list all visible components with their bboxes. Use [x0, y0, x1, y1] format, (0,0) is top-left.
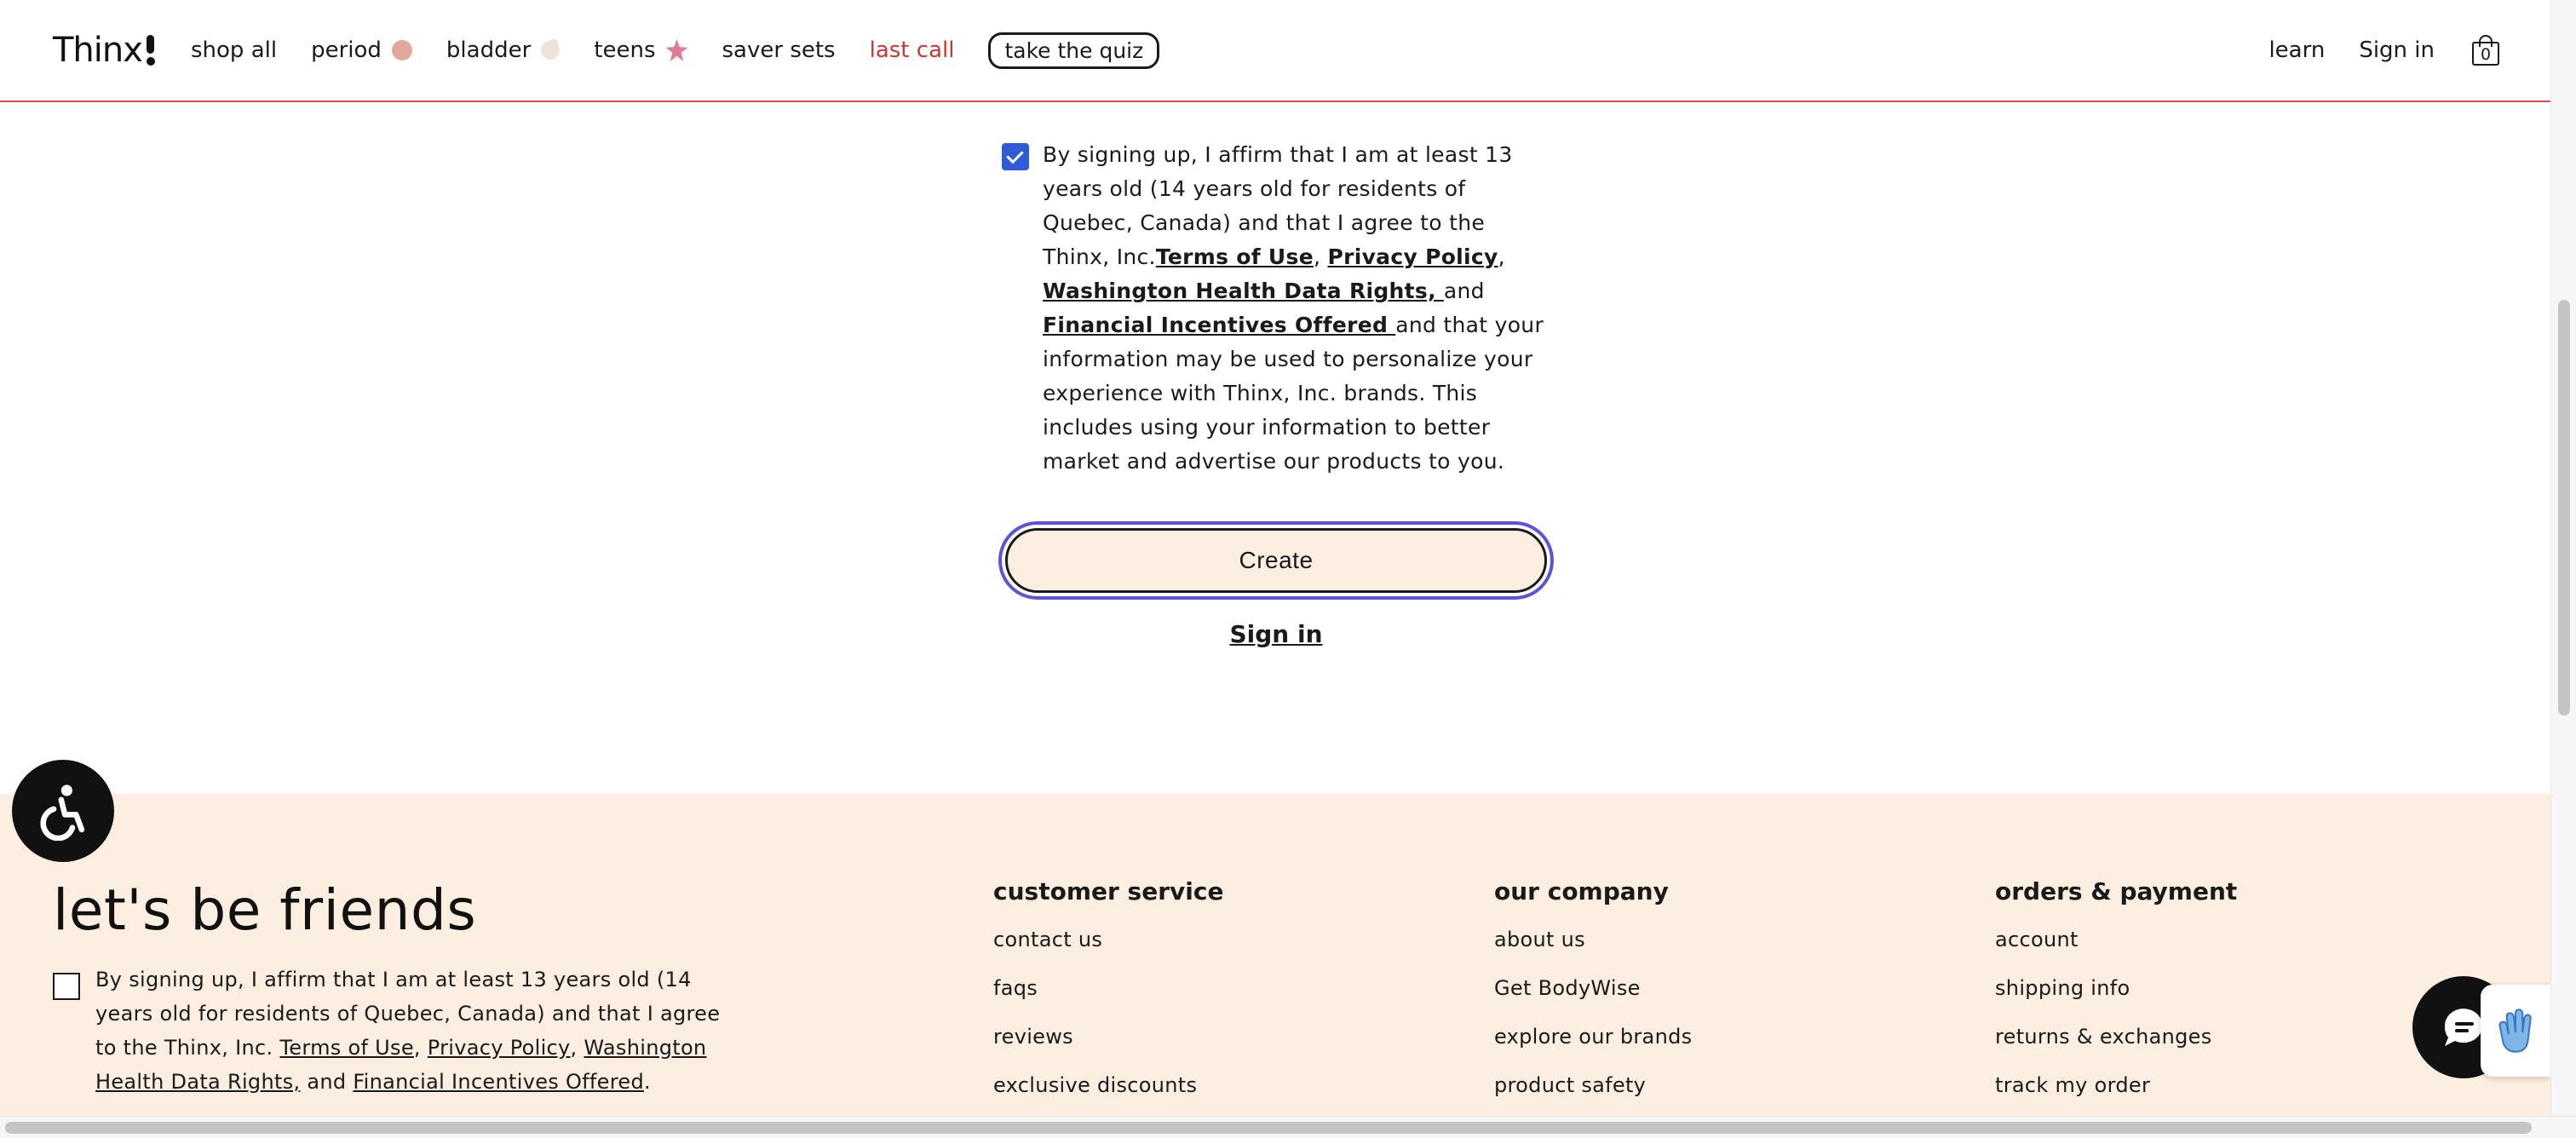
logo-dot-icon: [146, 35, 156, 66]
nav-label: last call: [869, 37, 955, 63]
nav-saver-sets[interactable]: saver sets: [722, 37, 836, 63]
main-nav: shop all period bladder teens saver sets…: [191, 29, 1160, 72]
nav-label: period: [311, 37, 382, 63]
newsletter-consent-checkbox[interactable]: [53, 973, 80, 1000]
footer-link[interactable]: contact us: [993, 924, 1223, 973]
terms-of-use-link[interactable]: Terms of Use: [1156, 244, 1314, 269]
footer-link[interactable]: account: [1995, 924, 2237, 973]
footer-link[interactable]: track my order: [1995, 1070, 2237, 1118]
footer-link[interactable]: returns & exchanges: [1995, 1021, 2237, 1070]
learn-link[interactable]: learn: [2268, 37, 2325, 63]
cart-count: 0: [2480, 45, 2492, 64]
site-header: Thinx shop all period bladder teens save…: [0, 0, 2550, 102]
separator: .: [644, 1070, 651, 1094]
nav-label: teens: [594, 37, 656, 63]
newsletter-title: let's be friends: [53, 877, 477, 943]
footer-link[interactable]: explore our brands: [1494, 1021, 1692, 1070]
footer-terms-link[interactable]: Terms of Use: [279, 1036, 414, 1060]
period-dot-icon: [391, 40, 412, 60]
financial-incentives-link[interactable]: Financial Incentives Offered: [1043, 313, 1395, 337]
nav-period[interactable]: period: [311, 37, 412, 63]
create-button[interactable]: Create: [1005, 528, 1547, 593]
bladder-drop-icon: [538, 37, 563, 63]
signup-consent: By signing up, I affirm that I am at lea…: [1002, 138, 1547, 479]
signin-link[interactable]: Sign in: [1193, 620, 1360, 648]
separator: ,: [1313, 244, 1328, 269]
take-quiz-button[interactable]: take the quiz: [988, 32, 1160, 69]
separator: and: [1443, 279, 1485, 303]
footer-col-orders-payment: orders & payment account shipping info r…: [1995, 877, 2237, 1118]
thinx-logo[interactable]: Thinx: [53, 29, 156, 72]
vertical-scroll-thumb[interactable]: [2558, 300, 2570, 716]
footer-link[interactable]: about us: [1494, 924, 1692, 973]
header-utilities: learn Sign in 0: [2234, 29, 2499, 72]
nav-label: shop all: [191, 37, 278, 63]
footer-link[interactable]: reviews: [993, 1021, 1223, 1070]
horizontal-scrollbar[interactable]: [0, 1116, 2576, 1138]
teens-flower-icon: [665, 39, 688, 61]
footer-col-customer-service: customer service contact us faqs reviews…: [993, 877, 1223, 1118]
footer-col-title: orders & payment: [1995, 877, 2238, 905]
nav-last-call[interactable]: last call: [870, 37, 955, 63]
nav-bladder[interactable]: bladder: [446, 37, 563, 63]
footer-privacy-link[interactable]: Privacy Policy: [428, 1036, 571, 1060]
footer-link[interactable]: faqs: [993, 973, 1223, 1021]
footer-col-our-company: our company about us Get BodyWise explor…: [1494, 877, 1692, 1118]
wave-hand-icon: [2498, 1009, 2532, 1053]
consent-checkbox[interactable]: [1002, 143, 1029, 170]
footer-col-title: customer service: [993, 877, 1224, 905]
horizontal-scroll-thumb[interactable]: [5, 1122, 2532, 1134]
footer-link[interactable]: exclusive discounts: [993, 1070, 1223, 1118]
separator: and: [300, 1070, 354, 1094]
site-footer: let's be friends By signing up, I affirm…: [0, 794, 2550, 1138]
washington-health-data-link[interactable]: Washington Health Data Rights,: [1043, 279, 1444, 303]
create-button-focus-ring: Create: [998, 521, 1554, 600]
cart-bag-icon[interactable]: 0: [2472, 35, 2499, 66]
header-signin-link[interactable]: Sign in: [2359, 37, 2435, 63]
footer-col-title: our company: [1494, 877, 1669, 905]
privacy-policy-link[interactable]: Privacy Policy: [1327, 244, 1498, 269]
separator: ,: [1498, 244, 1505, 269]
nav-label: bladder: [446, 37, 532, 63]
logo-text: Thinx: [53, 31, 143, 70]
nav-label: saver sets: [722, 37, 836, 63]
accessibility-icon[interactable]: [12, 760, 114, 862]
footer-incentives-link[interactable]: Financial Incentives Offered: [353, 1070, 644, 1094]
separator: ,: [413, 1036, 428, 1060]
footer-link[interactable]: product safety: [1494, 1070, 1692, 1118]
consent-text: By signing up, I affirm that I am at lea…: [1043, 138, 1547, 479]
footer-link[interactable]: shipping info: [1995, 973, 2237, 1021]
newsletter-consent-text: By signing up, I affirm that I am at lea…: [95, 963, 743, 1099]
footer-link[interactable]: Get BodyWise: [1494, 973, 1692, 1021]
nav-shop-all[interactable]: shop all: [191, 37, 277, 63]
wheelchair-icon: [40, 785, 85, 841]
vertical-scrollbar[interactable]: [2550, 0, 2576, 1116]
separator: ,: [570, 1036, 584, 1060]
hand-wave-icon[interactable]: [2481, 985, 2550, 1077]
nav-teens[interactable]: teens: [594, 37, 688, 63]
